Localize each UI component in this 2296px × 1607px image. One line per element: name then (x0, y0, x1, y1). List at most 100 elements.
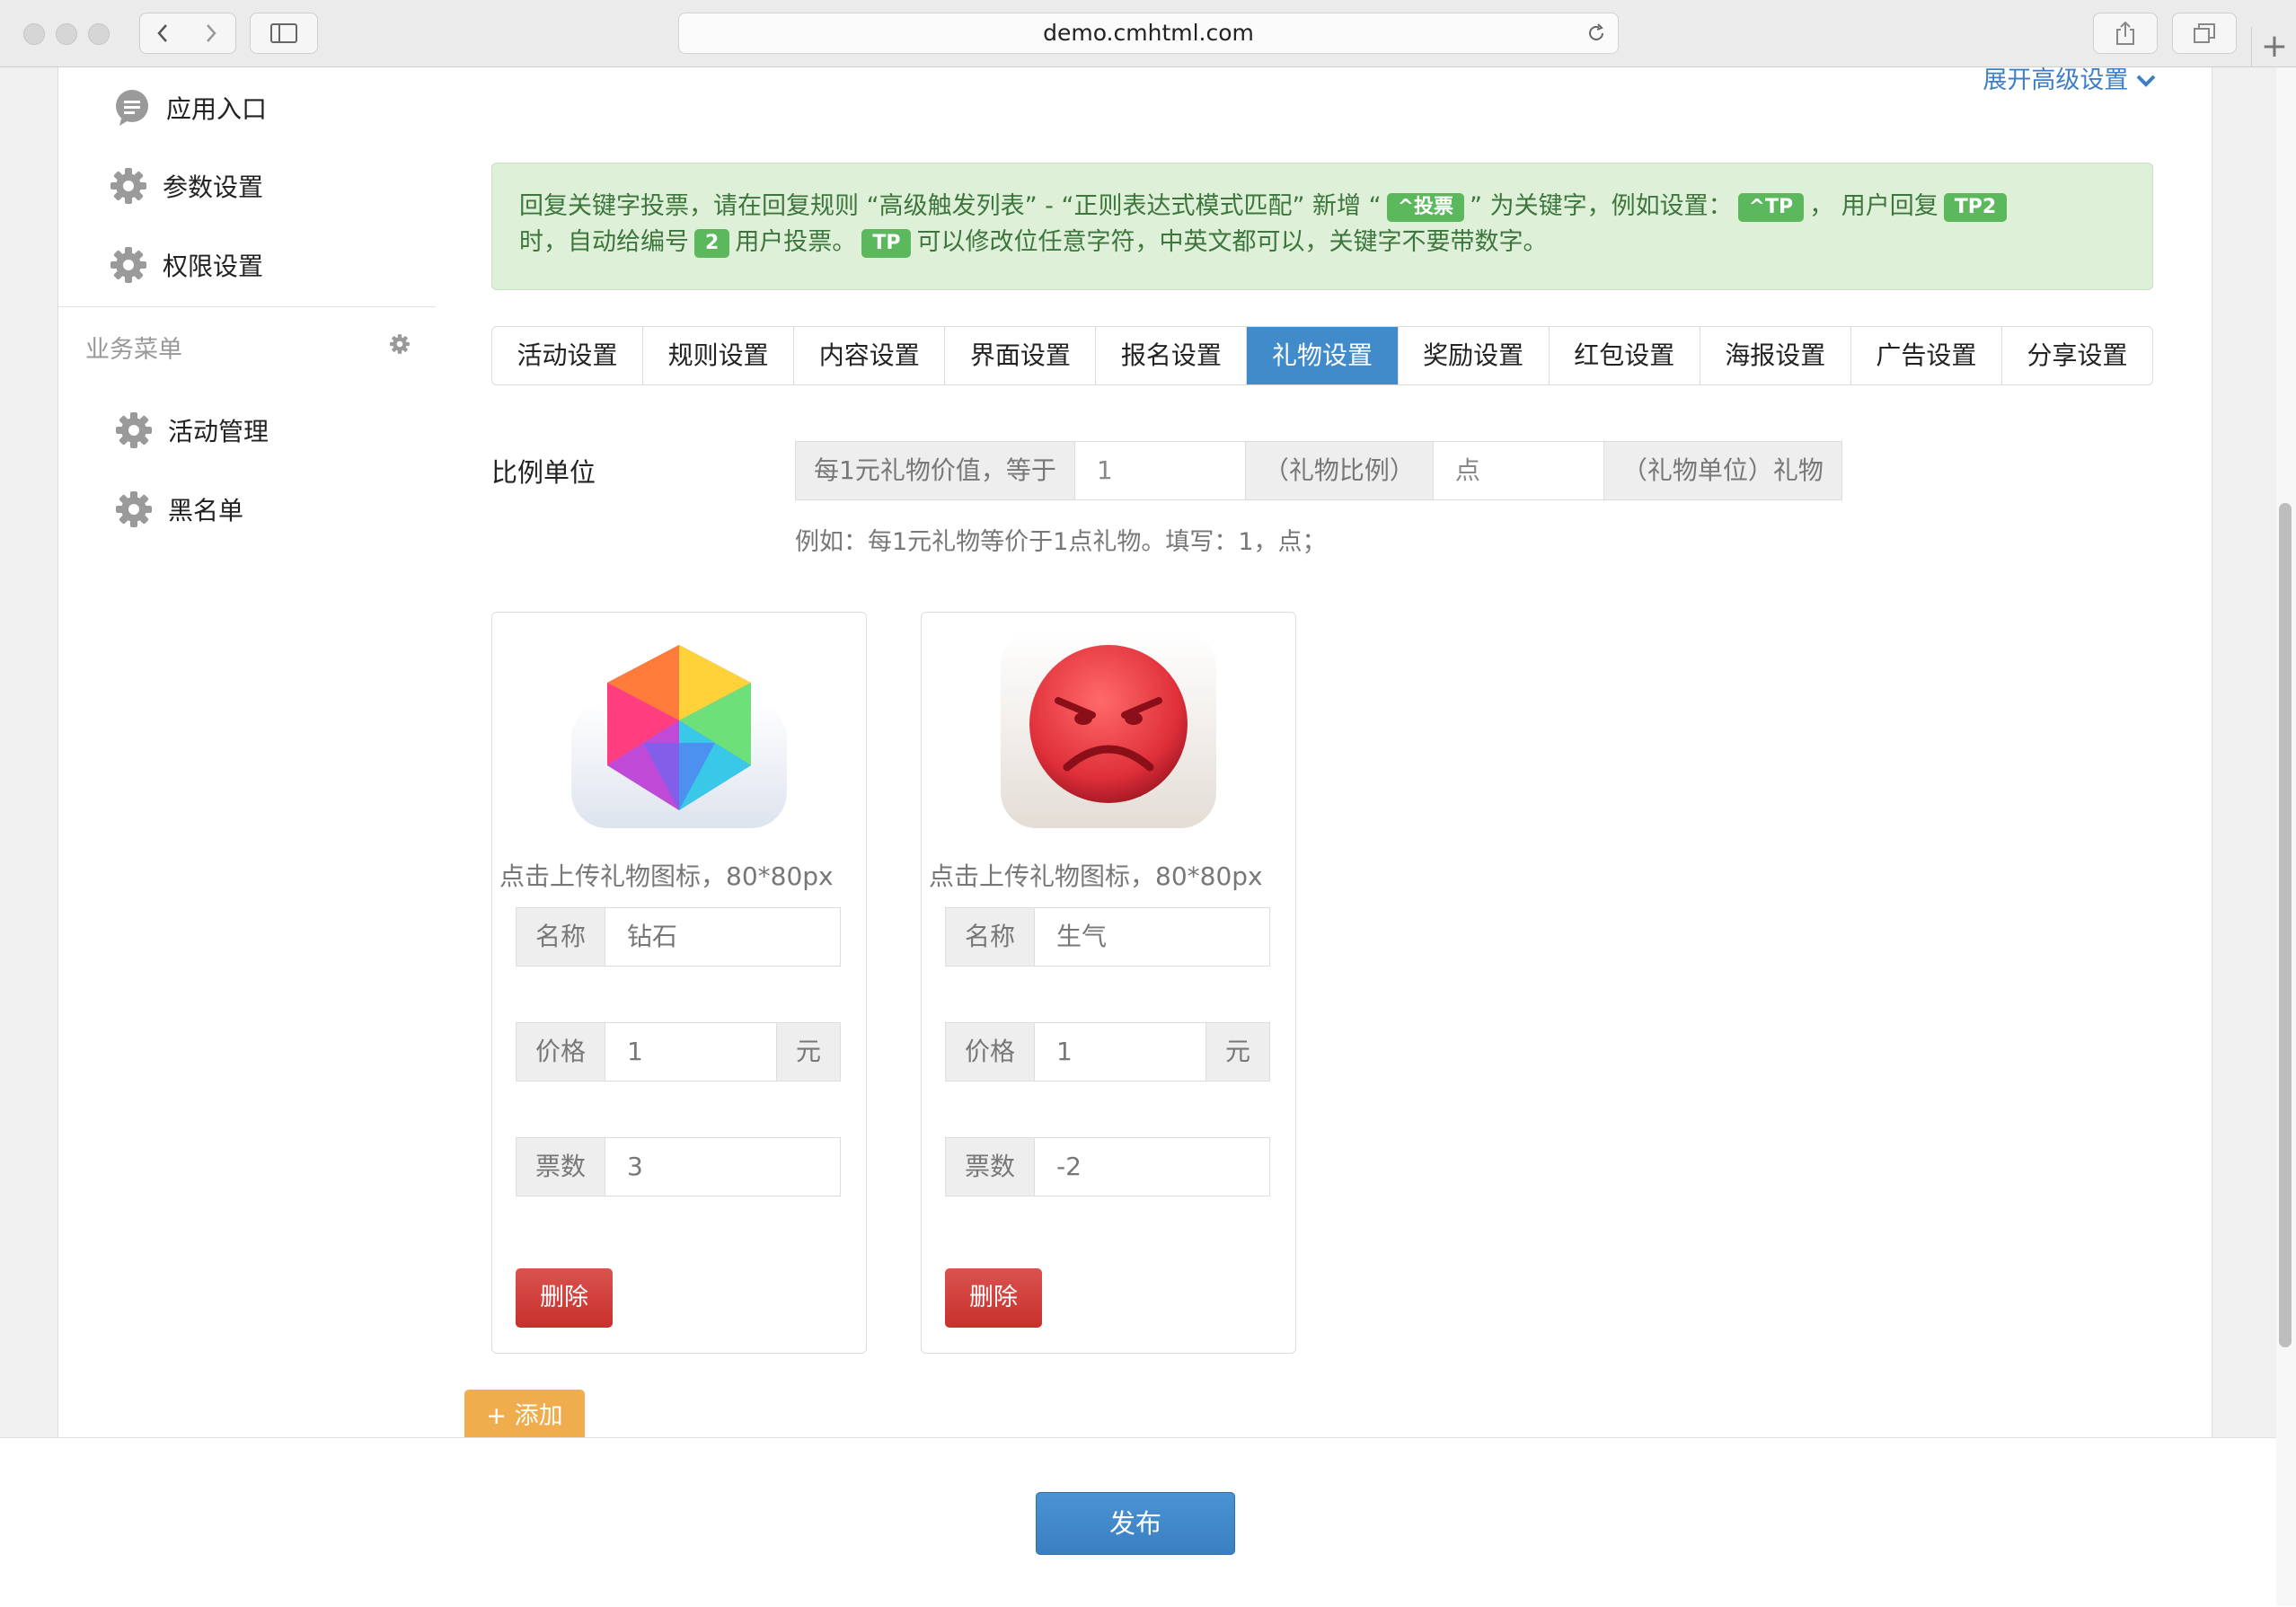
forward-arrow-icon[interactable] (199, 22, 221, 44)
address-bar[interactable]: demo.cmhtml.com (678, 13, 1619, 54)
notice-text: 可以修改位任意字符，中英文都可以，关键字不要带数字。 (916, 228, 1548, 256)
gift-price-input[interactable]: 1 (1035, 1023, 1205, 1081)
tab-signup[interactable]: 报名设置 (1096, 327, 1248, 384)
back-arrow-icon[interactable] (153, 22, 174, 44)
tab-share[interactable]: 分享设置 (2002, 327, 2152, 384)
back-forward-buttons[interactable] (139, 13, 236, 54)
main-content: 展开高级设置 回复关键字投票，请在回复规则 “高级触发列表” - “正则表达式模… (436, 66, 2212, 1444)
sidebar-divider (58, 306, 436, 307)
chevron-down-icon (2136, 75, 2156, 87)
gift-votes-input[interactable]: 3 (605, 1138, 840, 1196)
gift-unit-input[interactable]: 点 (1433, 442, 1604, 499)
gift-icon-upload[interactable] (571, 631, 787, 828)
expand-label: 展开高级设置 (1983, 66, 2129, 94)
votes-addon: 票数 (946, 1138, 1035, 1196)
close-window-button[interactable] (23, 23, 45, 45)
gear-icon (116, 491, 152, 527)
url-text: demo.cmhtml.com (1043, 20, 1254, 46)
price-addon: 价格 (946, 1023, 1035, 1081)
upload-hint: 点击上传礼物图标，80*80px (929, 861, 1263, 891)
footer-bar: 发布 (0, 1437, 2296, 1607)
ratio-prefix-addon: 每1元礼物价值，等于 (796, 442, 1075, 499)
tabs-icon (2194, 23, 2215, 43)
notice-text: ” 为关键字，例如设置： (1470, 192, 1733, 220)
notice-text: 回复关键字投票，请在回复规则 “高级触发列表” - “正则表达式模式匹配” 新增… (519, 192, 1382, 220)
share-icon (2116, 21, 2134, 45)
sidebar-item-label: 黑名单 (168, 496, 244, 525)
sidebar-item-activity-management[interactable]: 活动管理 (58, 403, 436, 457)
tab-content[interactable]: 内容设置 (794, 327, 946, 384)
chat-bubble-icon (116, 90, 148, 126)
gift-name-field: 名称 钻石 (516, 907, 841, 967)
diamond-gem-icon (571, 645, 787, 828)
expand-advanced-settings-link[interactable]: 展开高级设置 (1983, 60, 2156, 95)
sidebar-item-label: 活动管理 (168, 417, 269, 446)
zoom-window-button[interactable] (88, 23, 110, 45)
tab-rewards[interactable]: 奖励设置 (1399, 327, 1550, 384)
tab-gifts[interactable]: 礼物设置 (1247, 327, 1399, 384)
keyword-vote-notice: 回复关键字投票，请在回复规则 “高级触发列表” - “正则表达式模式匹配” 新增… (491, 163, 2153, 290)
sidebar-toggle-button[interactable] (250, 13, 318, 54)
tab-interface[interactable]: 界面设置 (945, 327, 1097, 384)
sidebar-item-permissions[interactable]: 权限设置 (58, 238, 436, 292)
gift-name-input[interactable]: 钻石 (605, 908, 840, 966)
price-addon: 价格 (517, 1023, 605, 1081)
name-addon: 名称 (946, 908, 1035, 966)
sidebar-item-label: 应用入口 (166, 94, 268, 124)
price-unit-addon: 元 (1205, 1023, 1269, 1081)
page: 应用入口 参数设置 权限设置 业务菜单 活动管理 黑名单 展开高级设置 回复关键… (0, 66, 2296, 1607)
sidebar-item-params[interactable]: 参数设置 (58, 159, 436, 213)
angry-face-icon (1001, 631, 1216, 828)
keyword-label: ^投票 (1386, 192, 1465, 222)
votes-addon: 票数 (517, 1138, 605, 1196)
tabs-overview-button[interactable] (2172, 13, 2237, 54)
tab-poster[interactable]: 海报设置 (1700, 327, 1851, 384)
reload-icon[interactable] (1585, 22, 1607, 44)
gear-icon (110, 168, 146, 204)
notice-text: 时，自动给编号 (519, 228, 689, 256)
ratio-input-group: 每1元礼物价值，等于 1 （礼物比例） 点 （礼物单位）礼物 (795, 441, 1842, 500)
sidebar-item-blacklist[interactable]: 黑名单 (58, 482, 436, 536)
name-addon: 名称 (517, 908, 605, 966)
delete-gift-button[interactable]: 删除 (945, 1268, 1042, 1328)
tab-red-packets[interactable]: 红包设置 (1550, 327, 1700, 384)
gift-price-field: 价格 1 元 (945, 1022, 1270, 1082)
ratio-help-text: 例如：每1元礼物等价于1点礼物。填写：1，点； (795, 528, 1327, 556)
delete-gift-button[interactable]: 删除 (516, 1268, 613, 1328)
section-settings-gear-icon[interactable] (389, 333, 411, 355)
scrollbar-thumb[interactable] (2279, 503, 2292, 1347)
publish-button[interactable]: 发布 (1036, 1492, 1235, 1555)
gift-votes-input[interactable]: -2 (1035, 1138, 1269, 1196)
tab-ads[interactable]: 广告设置 (1851, 327, 2002, 384)
gift-votes-field: 票数 3 (516, 1137, 841, 1196)
tab-rules[interactable]: 规则设置 (643, 327, 795, 384)
keyword-label: ^TP (1737, 192, 1805, 222)
sidebar: 应用入口 参数设置 权限设置 业务菜单 活动管理 黑名单 (57, 67, 437, 1437)
gift-price-input[interactable]: 1 (605, 1023, 776, 1081)
upload-hint: 点击上传礼物图标，80*80px (499, 861, 834, 891)
ratio-unit-label: 比例单位 (491, 457, 596, 488)
gear-icon (116, 412, 152, 448)
add-gift-button[interactable]: + 添加 (464, 1390, 585, 1444)
minimize-window-button[interactable] (56, 23, 77, 45)
notice-text: 用户投票。 (735, 228, 857, 256)
gift-card: 点击上传礼物图标，80*80px 名称 钻石 价格 1 元 票数 3 删除 (491, 612, 867, 1354)
gift-name-input[interactable]: 生气 (1035, 908, 1269, 966)
gift-icon-upload[interactable] (1001, 631, 1216, 828)
keyword-label: TP (861, 228, 912, 258)
gift-votes-field: 票数 -2 (945, 1137, 1270, 1196)
price-unit-addon: 元 (776, 1023, 840, 1081)
gift-name-field: 名称 生气 (945, 907, 1270, 967)
ratio-middle-addon: （礼物比例） (1245, 442, 1434, 499)
sidebar-item-app-entry[interactable]: 应用入口 (58, 81, 436, 135)
ratio-suffix-addon: （礼物单位）礼物 (1603, 442, 1841, 499)
browser-toolbar: demo.cmhtml.com + (0, 0, 2296, 67)
tab-activity[interactable]: 活动设置 (492, 327, 644, 384)
gear-icon (110, 247, 146, 283)
sidebar-icon (270, 23, 297, 43)
sidebar-section-title: 业务菜单 (85, 336, 182, 364)
share-button[interactable] (2093, 13, 2158, 54)
gift-price-field: 价格 1 元 (516, 1022, 841, 1082)
new-tab-button[interactable]: + (2251, 27, 2296, 66)
ratio-value-input[interactable]: 1 (1074, 442, 1246, 499)
